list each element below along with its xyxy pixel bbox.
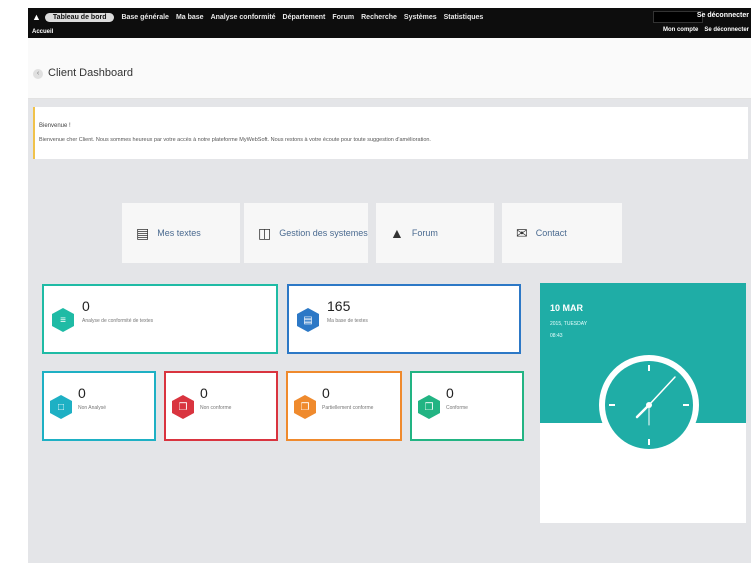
clock-face-icon [599,355,699,455]
stat-value: 0 [446,385,454,401]
stat-value: 0 [322,385,330,401]
clock-date: 10 MAR [550,303,584,313]
copy-icon: ❐ [294,395,316,419]
my-account-link[interactable]: Mon compte [663,27,698,33]
nav-item-ma-base[interactable]: Ma base [176,14,204,21]
quick-link-forum[interactable]: ▲ Forum [376,203,494,263]
nav-item-base-generale[interactable]: Base générale [121,14,168,21]
stat-label: Non conforme [200,405,232,411]
user-box[interactable] [653,11,703,23]
logout-link[interactable]: Se déconnecter [697,12,749,19]
clock-day: 2015, TUESDAY [550,321,588,327]
stat-label: Conforme [446,405,468,411]
stat-card-non-conforme[interactable]: ❐ 0 Non conforme [164,371,278,441]
quick-link-contact[interactable]: ✉ Contact [502,203,622,263]
quick-link-label: Forum [411,228,438,238]
stat-card-non-analyse[interactable]: □ 0 Non Analysé [42,371,156,441]
quick-link-label: Gestion des systemes [279,228,368,238]
welcome-message: Bienvenue cher Client. Nous sommes heure… [39,137,431,143]
quick-link-gestion-systemes[interactable]: ◫ Gestion des systemes [244,203,368,263]
layers-icon: ≡ [52,308,74,332]
stat-card-conforme[interactable]: ❐ 0 Conforme [410,371,524,441]
files-icon: ◫ [258,224,272,241]
clipboard-icon: □ [50,395,72,419]
quick-link-label: Mes textes [157,228,201,238]
main-menu: ▲ Tableau de bord Base générale Ma base … [28,10,751,24]
back-icon[interactable]: ‹ [33,69,43,79]
breadcrumb-home[interactable]: Accueil [32,29,53,35]
nav-item-departement[interactable]: Département [283,14,326,21]
stat-label: Analyse de conformité de textes [82,318,154,324]
nav-item-dashboard[interactable]: Tableau de bord [44,12,115,22]
page-header: ‹ Client Dashboard [28,38,751,99]
stat-card-partiellement-conforme[interactable]: ❐ 0 Partiellement conforme [286,371,402,441]
sub-bar: Accueil Mon compte Se déconnecter [28,27,751,37]
copy-icon: ❐ [418,395,440,419]
home-icon[interactable]: ▲ [32,12,41,22]
stat-label: Ma base de textes [327,318,368,324]
stat-label: Partiellement conforme [322,405,374,411]
stat-card-analyse[interactable]: ≡ 0 Analyse de conformité de textes [42,284,278,354]
document-icon: ▤ [136,224,150,241]
main-content: ‹ Client Dashboard Bienvenue ! Bienvenue… [28,38,751,563]
nav-item-systemes[interactable]: Systèmes [404,14,437,21]
stat-value: 0 [200,385,208,401]
clock-time: 08:43 [550,333,563,339]
nav-item-recherche[interactable]: Recherche [361,14,397,21]
stat-value: 0 [82,298,90,314]
nav-item-statistiques[interactable]: Statistiques [444,14,484,21]
stat-label: Non Analysé [78,405,107,411]
clock-widget: 10 MAR 2015, TUESDAY 08:43 [540,283,746,523]
logout-short-link[interactable]: Se déconnecter [704,27,749,33]
stat-card-ma-base[interactable]: ▤ 165 Ma base de textes [287,284,521,354]
top-navbar: ▲ Tableau de bord Base générale Ma base … [28,8,751,38]
copy-icon: ❐ [172,395,194,419]
page-title: Client Dashboard [48,67,133,79]
bank-icon: ▲ [390,225,404,241]
stat-value: 165 [327,298,351,314]
quick-link-label: Contact [535,228,567,238]
welcome-title: Bienvenue ! [39,123,71,129]
sub-bar-links: Mon compte Se déconnecter [663,27,749,33]
nav-item-forum[interactable]: Forum [332,14,354,21]
envelope-icon: ✉ [516,224,528,241]
file-icon: ▤ [297,308,319,332]
quick-link-mes-textes[interactable]: ▤ Mes textes [122,203,240,263]
welcome-alert: Bienvenue ! Bienvenue cher Client. Nous … [33,107,748,159]
nav-item-analyse[interactable]: Analyse conformité [211,14,276,21]
stat-value: 0 [78,385,86,401]
